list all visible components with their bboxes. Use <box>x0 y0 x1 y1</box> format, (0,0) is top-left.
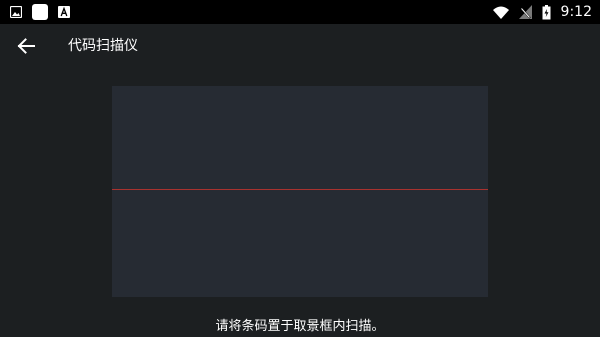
wifi-icon <box>492 6 509 19</box>
page-title: 代码扫描仪 <box>68 38 138 54</box>
status-time: 9:12 <box>560 4 592 20</box>
status-bar: 9:12 <box>0 0 600 24</box>
battery-charging-icon <box>542 4 551 20</box>
scan-hint-text: 请将条码置于取景框内扫描。 <box>215 319 385 334</box>
font-icon <box>58 6 70 18</box>
image-icon <box>10 6 22 18</box>
no-signal-icon <box>518 5 532 19</box>
arrow-left-icon <box>17 37 35 55</box>
screen: 9:12 代码扫描仪 请将条码置于取景框内扫描。 <box>0 0 600 337</box>
app-bar: 代码扫描仪 <box>0 24 600 68</box>
app-square-icon <box>32 4 48 20</box>
scanner-laser-line <box>112 189 488 190</box>
back-button[interactable] <box>12 32 40 60</box>
status-left-icons <box>10 4 70 20</box>
scanner-viewfinder <box>112 86 488 297</box>
status-right-icons: 9:12 <box>492 2 592 22</box>
